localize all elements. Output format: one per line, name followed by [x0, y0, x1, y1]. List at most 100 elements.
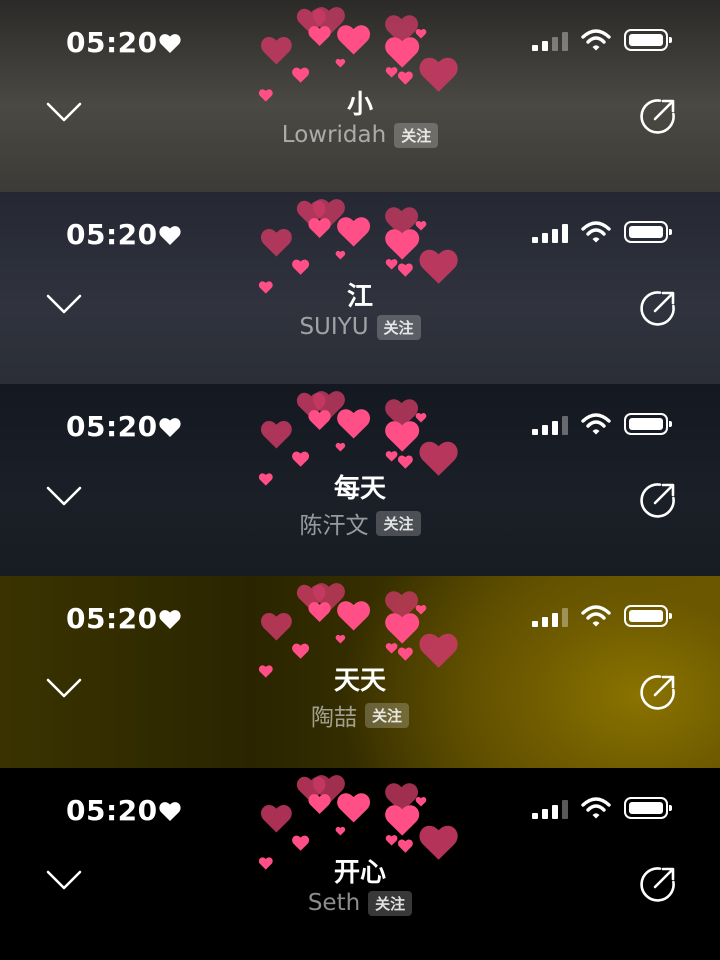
heart-icon — [159, 802, 181, 821]
status-time: 05:20 — [66, 794, 158, 827]
player-header-panel: 05:20 每天 陈汗文 关注 — [0, 384, 720, 576]
heart-decoration — [397, 71, 413, 85]
artist-row: 陈汗文 关注 — [0, 506, 720, 540]
player-header-panel: 05:20 江 SUIYU 关注 — [0, 192, 720, 384]
heart-icon — [159, 34, 181, 53]
heart-decoration — [385, 259, 398, 270]
status-bar-icons — [532, 28, 672, 52]
heart-decoration — [261, 228, 292, 257]
share-icon[interactable] — [638, 288, 678, 328]
heart-decoration — [337, 217, 371, 247]
heart-decoration — [308, 794, 331, 815]
heart-decoration — [292, 643, 310, 659]
heart-decoration — [397, 839, 413, 853]
heart-icon — [159, 226, 181, 245]
heart-decoration — [292, 259, 310, 275]
heart-decoration — [308, 218, 331, 239]
cellular-signal-icon — [532, 797, 568, 819]
follow-button[interactable]: 关注 — [394, 122, 439, 148]
follow-button[interactable]: 关注 — [376, 314, 421, 340]
follow-button[interactable]: 关注 — [368, 890, 413, 916]
status-time: 05:20 — [66, 218, 158, 251]
share-icon[interactable] — [638, 864, 678, 904]
song-title: 开心 — [333, 858, 386, 888]
song-title: 小 — [346, 90, 373, 120]
heart-decoration — [415, 797, 427, 807]
heart-decoration — [292, 451, 310, 467]
heart-decoration — [308, 26, 331, 47]
artist-name[interactable]: 陶喆 — [311, 698, 357, 732]
heart-decoration — [397, 455, 413, 469]
song-title: 江 — [346, 282, 373, 312]
heart-decoration — [385, 643, 398, 654]
cellular-signal-icon — [532, 29, 568, 51]
wifi-icon — [581, 605, 611, 627]
heart-decoration — [335, 250, 346, 260]
heart-decoration — [335, 634, 346, 644]
share-icon[interactable] — [638, 96, 678, 136]
status-time: 05:20 — [66, 602, 158, 635]
heart-decoration — [308, 410, 331, 431]
heart-decoration — [397, 647, 413, 661]
heart-decoration — [335, 826, 346, 836]
battery-icon — [624, 221, 672, 243]
heart-decoration — [292, 67, 310, 83]
follow-button[interactable]: 关注 — [376, 510, 421, 536]
heart-decoration — [337, 793, 371, 823]
artist-name[interactable]: 陈汗文 — [299, 506, 368, 540]
player-header-panel: 05:20 天天 陶喆 关注 — [0, 576, 720, 768]
follow-button[interactable]: 关注 — [364, 702, 409, 728]
player-header-panel: 05:20 开心 Seth 关注 — [0, 768, 720, 960]
artist-name[interactable]: SUIYU — [299, 314, 368, 340]
status-bar-icons — [532, 220, 672, 244]
wifi-icon — [581, 797, 611, 819]
heart-decoration — [337, 601, 371, 631]
battery-icon — [624, 29, 672, 51]
heart-decoration — [385, 37, 420, 68]
share-icon[interactable] — [638, 672, 678, 712]
cellular-signal-icon — [532, 605, 568, 627]
heart-icon — [159, 418, 181, 437]
song-title: 天天 — [333, 666, 386, 696]
status-time: 05:20 — [66, 26, 158, 59]
artist-row: Seth 关注 — [0, 890, 720, 916]
cellular-signal-icon — [532, 221, 568, 243]
status-time: 05:20 — [66, 410, 158, 443]
heart-icon — [159, 610, 181, 629]
heart-decoration — [261, 36, 292, 65]
wifi-icon — [581, 413, 611, 435]
heart-decoration — [385, 835, 398, 846]
heart-decoration — [335, 58, 346, 68]
heart-decoration — [292, 835, 310, 851]
wifi-icon — [581, 221, 611, 243]
heart-decoration — [261, 420, 292, 449]
heart-decoration — [385, 229, 420, 260]
share-icon[interactable] — [638, 480, 678, 520]
song-title: 每天 — [333, 474, 386, 504]
battery-icon — [624, 605, 672, 627]
heart-decoration — [335, 442, 346, 452]
heart-decoration — [415, 605, 427, 615]
status-bar-icons — [532, 604, 672, 628]
heart-decoration — [261, 612, 292, 641]
artist-row: 陶喆 关注 — [0, 698, 720, 732]
artist-row: Lowridah 关注 — [0, 122, 720, 148]
heart-decoration — [415, 29, 427, 39]
artist-name[interactable]: Seth — [308, 890, 360, 916]
heart-decoration — [385, 613, 420, 644]
status-bar-icons — [532, 796, 672, 820]
artist-name[interactable]: Lowridah — [282, 122, 386, 148]
battery-icon — [624, 797, 672, 819]
status-bar-icons — [532, 412, 672, 436]
heart-decoration — [385, 67, 398, 78]
heart-decoration — [261, 804, 292, 833]
cellular-signal-icon — [532, 413, 568, 435]
heart-decoration — [397, 263, 413, 277]
heart-decoration — [415, 413, 427, 423]
heart-decoration — [415, 221, 427, 231]
wifi-icon — [581, 29, 611, 51]
heart-decoration — [385, 421, 420, 452]
heart-decoration — [337, 25, 371, 55]
heart-decoration — [337, 409, 371, 439]
heart-decoration — [385, 451, 398, 462]
